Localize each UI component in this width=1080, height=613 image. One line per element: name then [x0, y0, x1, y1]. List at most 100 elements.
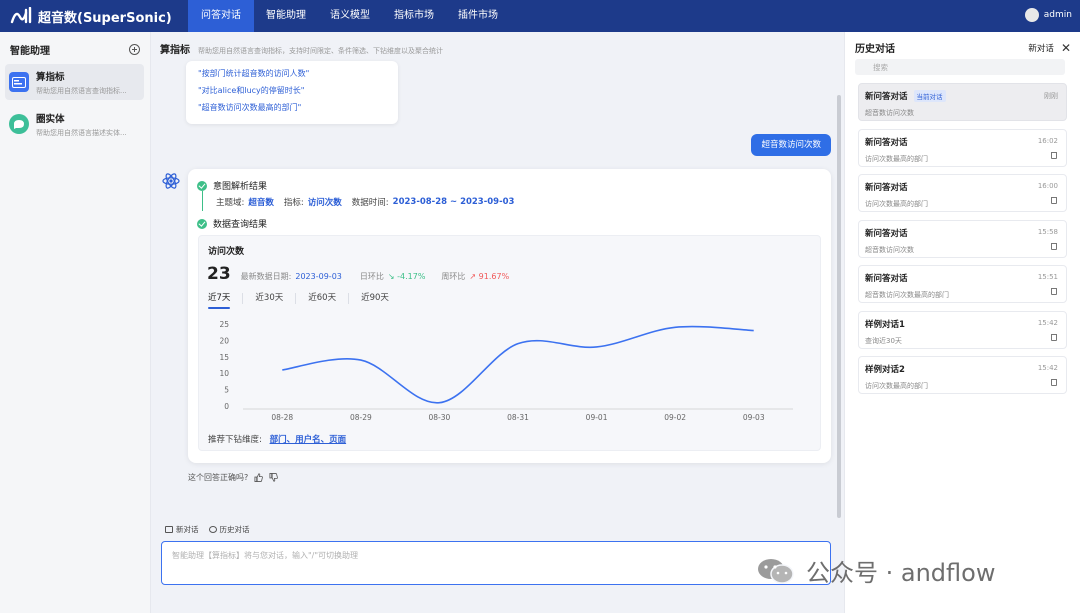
trash-icon[interactable]: [1051, 379, 1057, 386]
history-item[interactable]: 新问答对话 16:02 访问次数最高的部门: [858, 128, 1067, 167]
watermark: 公众号 · andflow: [756, 553, 995, 588]
series-line-visits: [282, 325, 754, 404]
latest-date-label: 最新数据日期:: [240, 272, 292, 281]
current-chat-badge: 当前对话: [913, 90, 946, 102]
x-tick-label: 09-02: [664, 413, 686, 422]
nav-item-metric-market[interactable]: 指标市场: [382, 0, 446, 32]
parse-value: 2023-08-28 ~ 2023-09-03: [392, 197, 515, 207]
history-title: 历史对话: [855, 44, 895, 55]
add-assistant-icon[interactable]: [129, 43, 140, 55]
y-tick-label: 5: [224, 386, 229, 395]
wechat-icon: [758, 558, 794, 584]
period-tabs: 近7天 近30天 近60天 近90天: [208, 293, 401, 309]
result-title: 访问次数: [208, 247, 245, 257]
history-item[interactable]: 新问答对话 15:51 超音数访问次数最高的部门: [858, 265, 1067, 303]
sidebar-title: 智能助理: [10, 45, 50, 57]
example-question[interactable]: "对比alice和lucy的停留时长": [198, 82, 386, 99]
close-icon[interactable]: ✕: [1061, 41, 1071, 55]
trash-icon[interactable]: [1051, 242, 1057, 250]
history-item[interactable]: 样例对话1 15:42 查询近30天: [858, 310, 1067, 349]
sidebar-item-name: 圈实体: [36, 113, 65, 125]
step-label: 意图解析结果: [213, 182, 268, 192]
chat-bubble-icon: [165, 526, 173, 533]
history-item-time: 刚刚: [1044, 92, 1058, 100]
tab-7-days[interactable]: 近7天: [208, 293, 244, 309]
app-logo[interactable]: 超音数(SuperSonic): [0, 7, 188, 26]
history-item[interactable]: 新问答对话 15:58 超音数访问次数: [858, 219, 1067, 258]
query-result-panel: 访问次数 23 最新数据日期: 2023-09-03 日环比 ↘ -4.17% …: [198, 235, 821, 451]
example-questions-card: "按部门统计超音数的访问人数" "对比alice和lucy的停留时长" "超音数…: [186, 61, 398, 124]
history-panel: 历史对话 新对话 ✕ 新问答对话当前对话刚刚超音数访问次数新问答对话16:02访…: [844, 32, 1080, 613]
supersonic-logo-icon: [10, 7, 32, 24]
history-item-time: 16:02: [1037, 136, 1058, 145]
avatar: [1024, 8, 1039, 22]
answer-card: 意图解析结果 主题域: 超音数 指标: 访问次数 数据时间: 2023-08-2…: [188, 169, 831, 463]
history-new-chat-button[interactable]: 新对话: [1028, 42, 1054, 54]
history-search-input[interactable]: [855, 59, 1065, 75]
feedback-question: 这个回答正确吗?: [188, 473, 249, 482]
metric-summary: 23 最新数据日期: 2023-09-03 日环比 ↘ -4.17% 周环比 ↗…: [207, 264, 509, 284]
assistant-sidebar: 智能助理 算指标 帮助您用自然语言查询指标... 圈实体 帮助您用自然语言描述实…: [0, 32, 151, 613]
history-chat-label: 历史对话: [219, 525, 250, 534]
trash-icon[interactable]: [1051, 288, 1057, 295]
tab-90-days[interactable]: 近90天: [349, 293, 401, 304]
history-clock-icon: [208, 526, 217, 533]
x-tick-label: 09-01: [586, 413, 608, 422]
history-item-name: 新问答对话: [865, 228, 908, 239]
history-item[interactable]: 样例对话2 15:42 访问次数最高的部门: [858, 356, 1067, 394]
history-chat-button[interactable]: 历史对话: [208, 524, 250, 535]
example-question[interactable]: "超音数访问次数最高的部门": [198, 99, 386, 116]
drill-down-row: 推荐下钻维度: 部门、用户名、页面: [208, 433, 346, 445]
dod-value: ↘ -4.17%: [387, 272, 426, 281]
conversation-scrollbar[interactable]: [837, 95, 841, 518]
sidebar-item-name: 算指标: [36, 71, 65, 83]
history-item-name: 新问答对话: [865, 92, 908, 102]
nav-item-assistant[interactable]: 智能助理: [254, 0, 318, 32]
x-tick-label: 08-30: [429, 413, 451, 422]
top-navigation-bar: 超音数(SuperSonic) 问答对话 智能助理 语义模型 指标市场 插件市场…: [0, 0, 1080, 32]
history-item[interactable]: 新问答对话 16:00 访问次数最高的部门: [858, 174, 1067, 212]
history-list: 新问答对话 当前对话 刚刚 超音数访问次数 新问答对话 16:02 访问次数最高的部门 新问答…: [858, 83, 1067, 402]
thumbs-up-icon[interactable]: [254, 473, 264, 482]
history-item-summary: 访问次数最高的部门: [865, 200, 928, 208]
user-menu[interactable]: admin: [1024, 8, 1072, 22]
trash-icon[interactable]: [1051, 197, 1057, 204]
history-item-name: 样例对话1: [865, 319, 905, 330]
chat-input[interactable]: [161, 541, 831, 585]
y-tick-label: 0: [224, 402, 229, 411]
dod-label: 日环比: [359, 272, 384, 281]
nav-item-semantic-model[interactable]: 语义模型: [318, 0, 382, 32]
main-nav: 问答对话 智能助理 语义模型 指标市场 插件市场: [188, 0, 510, 32]
tab-30-days[interactable]: 近30天: [243, 293, 297, 304]
step-intent: 意图解析结果: [197, 179, 267, 192]
parse-label: 主题域:: [216, 198, 245, 208]
drill-dimensions-link[interactable]: 部门、用户名、页面: [270, 435, 347, 445]
intent-parse-row: 主题域: 超音数 指标: 访问次数 数据时间: 2023-08-28 ~ 202…: [216, 196, 524, 208]
thumbs-down-icon[interactable]: [269, 473, 279, 482]
history-item-summary: 查询近30天: [865, 336, 902, 345]
sidebar-item-entity[interactable]: 圈实体 帮助您用自然语言描述实体...: [5, 106, 144, 142]
history-item-name: 样例对话2: [865, 365, 905, 375]
parse-value: 访问次数: [307, 198, 342, 208]
sidebar-item-metric[interactable]: 算指标 帮助您用自然语言查询指标...: [5, 64, 144, 100]
nav-item-qa[interactable]: 问答对话: [188, 0, 254, 32]
user-message-bubble: 超音数访问次数: [751, 134, 831, 156]
nav-item-plugin-market[interactable]: 插件市场: [446, 0, 510, 32]
trash-icon[interactable]: [1051, 333, 1057, 341]
x-tick-label: 09-03: [743, 413, 765, 422]
new-chat-button[interactable]: 新对话: [165, 524, 199, 535]
sidebar-item-desc: 帮助您用自然语言查询指标...: [36, 86, 127, 95]
metric-card-icon: [9, 72, 29, 92]
example-question[interactable]: "按部门统计超音数的访问人数": [198, 65, 386, 82]
trash-icon[interactable]: [1051, 151, 1057, 159]
y-tick-label: 10: [219, 369, 229, 378]
feedback-row: 这个回答正确吗?: [188, 472, 279, 483]
tab-60-days[interactable]: 近60天: [296, 293, 350, 304]
history-item-summary: 超音数访问次数: [865, 109, 914, 117]
app-name: 超音数(SuperSonic): [38, 10, 172, 26]
history-item-time: 15:58: [1037, 227, 1058, 236]
history-item[interactable]: 新问答对话 当前对话 刚刚超音数访问次数: [858, 83, 1067, 121]
step-query: 数据查询结果: [197, 217, 267, 230]
step-label: 数据查询结果: [213, 220, 268, 230]
history-item-summary: 访问次数最高的部门: [865, 154, 928, 163]
